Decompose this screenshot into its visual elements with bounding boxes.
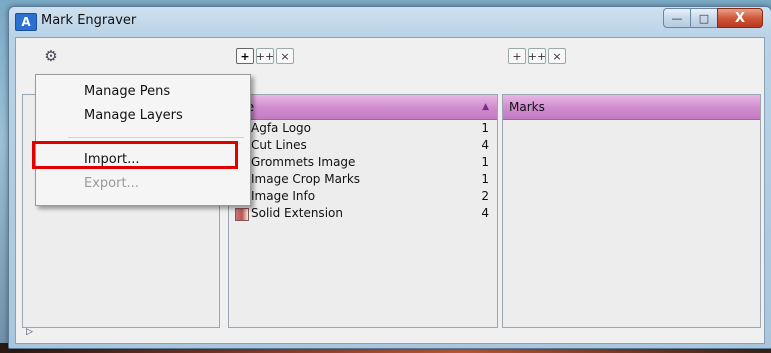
row-count: 2 bbox=[481, 189, 489, 203]
sort-ascending-icon: ▲ bbox=[482, 102, 489, 112]
menu-item-manage-pens[interactable]: Manage Pens bbox=[36, 81, 250, 103]
list-row-agfa-logo[interactable]: Agfa Logo 1 bbox=[229, 120, 497, 137]
close-button[interactable]: X bbox=[717, 8, 763, 28]
add-multiple-marks-button[interactable]: ++ bbox=[528, 48, 546, 64]
row-count: 4 bbox=[481, 206, 489, 220]
list-row-grommets-image[interactable]: Grommets Image 1 bbox=[229, 154, 497, 171]
list-row-solid-extension[interactable]: Solid Extension 4 bbox=[229, 205, 497, 222]
row-name: Solid Extension bbox=[251, 206, 343, 220]
row-name: Agfa Logo bbox=[251, 121, 311, 135]
list-row-image-crop-marks[interactable]: Image Crop Marks 1 bbox=[229, 171, 497, 188]
mid-toolbar: + ++ × bbox=[236, 48, 296, 64]
row-name: Grommets Image bbox=[251, 155, 356, 169]
add-mark-button[interactable]: + bbox=[508, 48, 526, 64]
maximize-button[interactable]: □ bbox=[690, 8, 718, 28]
layer-color-swatch bbox=[235, 208, 249, 221]
name-column-header[interactable]: me ▲ bbox=[229, 95, 497, 120]
marks-column-header[interactable]: Marks bbox=[503, 95, 760, 120]
row-count: 1 bbox=[481, 155, 489, 169]
app-icon: A bbox=[15, 13, 37, 31]
row-count: 1 bbox=[481, 172, 489, 186]
list-row-cut-lines[interactable]: Cut Lines 4 bbox=[229, 137, 497, 154]
row-name: Cut Lines bbox=[251, 138, 307, 152]
delete-button[interactable]: × bbox=[276, 48, 294, 64]
expand-arrow-icon[interactable]: ▷ bbox=[26, 327, 33, 337]
row-name: Image Info bbox=[251, 189, 316, 203]
add-multiple-button[interactable]: ++ bbox=[256, 48, 274, 64]
row-count: 4 bbox=[481, 138, 489, 152]
import-highlight-box bbox=[32, 141, 238, 169]
row-count: 1 bbox=[481, 121, 489, 135]
gear-icon: ⚙ bbox=[44, 47, 58, 65]
settings-dropdown-menu: Manage Pens Manage Layers Import... Expo… bbox=[35, 74, 251, 206]
marks-column-label: Marks bbox=[509, 100, 545, 114]
window-title: Mark Engraver bbox=[41, 13, 137, 28]
menu-item-export: Export... bbox=[84, 176, 139, 191]
right-toolbar: + ++ × bbox=[508, 48, 568, 64]
menu-separator bbox=[68, 137, 244, 138]
delete-mark-button[interactable]: × bbox=[548, 48, 566, 64]
add-button[interactable]: + bbox=[236, 48, 254, 64]
settings-menu-button[interactable]: ⚙ bbox=[40, 47, 62, 65]
minimize-button[interactable]: — bbox=[663, 8, 691, 28]
mark-sets-list[interactable]: me ▲ Agfa Logo 1 Cut Lines 4 Grommets Im… bbox=[228, 94, 498, 328]
title-bar[interactable]: A Mark Engraver — □ X bbox=[9, 7, 771, 35]
list-row-image-info[interactable]: Image Info 2 bbox=[229, 188, 497, 205]
menu-item-manage-layers[interactable]: Manage Layers bbox=[36, 105, 250, 127]
window-controls: — □ X bbox=[663, 8, 763, 28]
row-name: Image Crop Marks bbox=[251, 172, 361, 186]
marks-list[interactable]: Marks bbox=[502, 94, 761, 328]
